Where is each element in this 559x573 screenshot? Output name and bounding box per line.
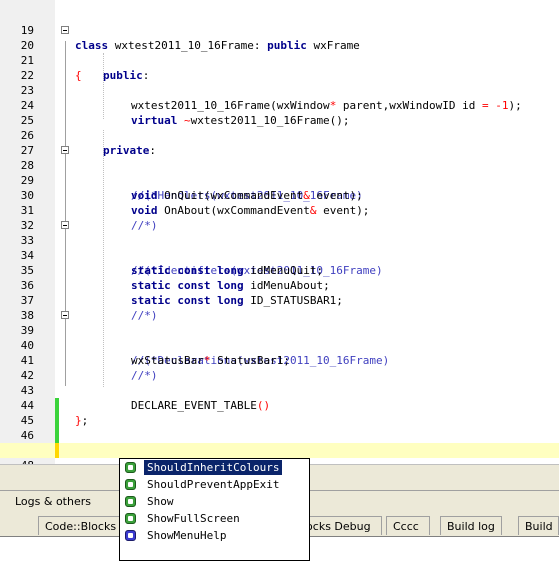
- code-line[interactable]: 34 static const long idMenuQuit;: [0, 233, 559, 277]
- tab-label: Cccc: [393, 520, 419, 533]
- code-line[interactable]: 47: [0, 428, 559, 457]
- code-line[interactable]: 21 public:: [0, 38, 559, 82]
- code-line[interactable]: 32: [0, 203, 559, 232]
- tab-build-messages[interactable]: Build: [518, 516, 559, 535]
- code-line[interactable]: 37 //*): [0, 278, 559, 322]
- unsaved-change-marker: [55, 443, 59, 458]
- tab-label: Build log: [447, 520, 495, 533]
- code-line[interactable]: 41 //*): [0, 338, 559, 382]
- public-method-icon: [125, 496, 136, 507]
- code-line[interactable]: 43 DECLARE_EVENT_TABLE(): [0, 368, 559, 412]
- autocomplete-item[interactable]: ShowFullScreen: [120, 510, 309, 527]
- public-method-icon: [125, 462, 136, 473]
- fold-collapse-icon[interactable]: [61, 311, 69, 319]
- protected-method-icon: [125, 530, 136, 541]
- code-line[interactable]: 35 static const long idMenuAbout;: [0, 248, 559, 292]
- code-line[interactable]: 39 //(*Declarations(wxtest2011_10_16Fram…: [0, 308, 559, 367]
- tab-build-log[interactable]: Build log: [440, 516, 502, 535]
- code-line[interactable]: 20 {: [0, 23, 559, 82]
- tab-codeblocks-log[interactable]: Code::Blocks: [38, 516, 120, 535]
- code-editor[interactable]: 19 class wxtest2011_10_16Frame: public w…: [0, 0, 559, 478]
- tab-label: Code::Blocks: [45, 520, 117, 533]
- tab-label: locks Debug: [303, 520, 371, 533]
- code-line[interactable]: 30 void OnAbout(wxCommandEvent& event);: [0, 173, 559, 217]
- tab-cccc[interactable]: Cccc: [386, 516, 430, 535]
- autocomplete-item[interactable]: ShowMenuHelp: [120, 527, 309, 544]
- code-line[interactable]: 46 wxtest2011_10_16Frame * myframe = new…: [0, 413, 559, 457]
- code-line[interactable]: 40 wxStatusBar* StatusBar1;: [0, 323, 559, 367]
- fold-collapse-icon[interactable]: [61, 26, 69, 34]
- fold-collapse-icon[interactable]: [61, 221, 69, 229]
- autocomplete-item-label: ShowMenuHelp: [147, 529, 227, 542]
- code-line[interactable]: 22: [0, 53, 559, 82]
- code-line[interactable]: 19 class wxtest2011_10_16Frame: public w…: [0, 8, 559, 52]
- code-line[interactable]: 25: [0, 98, 559, 127]
- autocomplete-popup[interactable]: ShouldInheritColours ShouldPreventAppExi…: [119, 458, 310, 561]
- tab-label: Build: [525, 520, 553, 533]
- code-line[interactable]: 36 static const long ID_STATUSBAR1;: [0, 263, 559, 307]
- code-line[interactable]: 24 virtual ~wxtest2011_10_16Frame();: [0, 83, 559, 127]
- fold-collapse-icon[interactable]: [61, 146, 69, 154]
- code-line[interactable]: 28 //(*Handlers(wxtest2011_10_16Frame): [0, 143, 559, 202]
- autocomplete-item-label: Show: [147, 495, 174, 508]
- autocomplete-item[interactable]: Show: [120, 493, 309, 510]
- code-line[interactable]: 45: [0, 398, 559, 427]
- autocomplete-item-label: ShouldInheritColours: [144, 460, 283, 475]
- code-line[interactable]: 44 };: [0, 383, 559, 427]
- code-line[interactable]: 29 void OnQuit(wxCommandEvent& event);: [0, 158, 559, 202]
- code-line[interactable]: 26 private:: [0, 113, 559, 157]
- current-code-line[interactable]: 48 myframe->Sho: [0, 443, 559, 478]
- code-line[interactable]: 33 //(*Identifiers(wxtest2011_10_16Frame…: [0, 218, 559, 277]
- autocomplete-item-label: ShouldPreventAppExit: [147, 478, 280, 491]
- public-method-icon: [125, 513, 136, 524]
- code-line[interactable]: 23 wxtest2011_10_16Frame(wxWindow* paren…: [0, 68, 559, 112]
- public-method-icon: [125, 479, 136, 490]
- code-line[interactable]: 38: [0, 293, 559, 322]
- logs-panel-title: Logs & others: [15, 495, 91, 508]
- autocomplete-item[interactable]: ShouldPreventAppExit: [120, 476, 309, 493]
- autocomplete-item-label: ShowFullScreen: [147, 512, 240, 525]
- code-line[interactable]: 31 //*): [0, 188, 559, 232]
- autocomplete-item[interactable]: ShouldInheritColours: [120, 459, 309, 476]
- code-line[interactable]: 42: [0, 353, 559, 382]
- code-line[interactable]: 27: [0, 128, 559, 157]
